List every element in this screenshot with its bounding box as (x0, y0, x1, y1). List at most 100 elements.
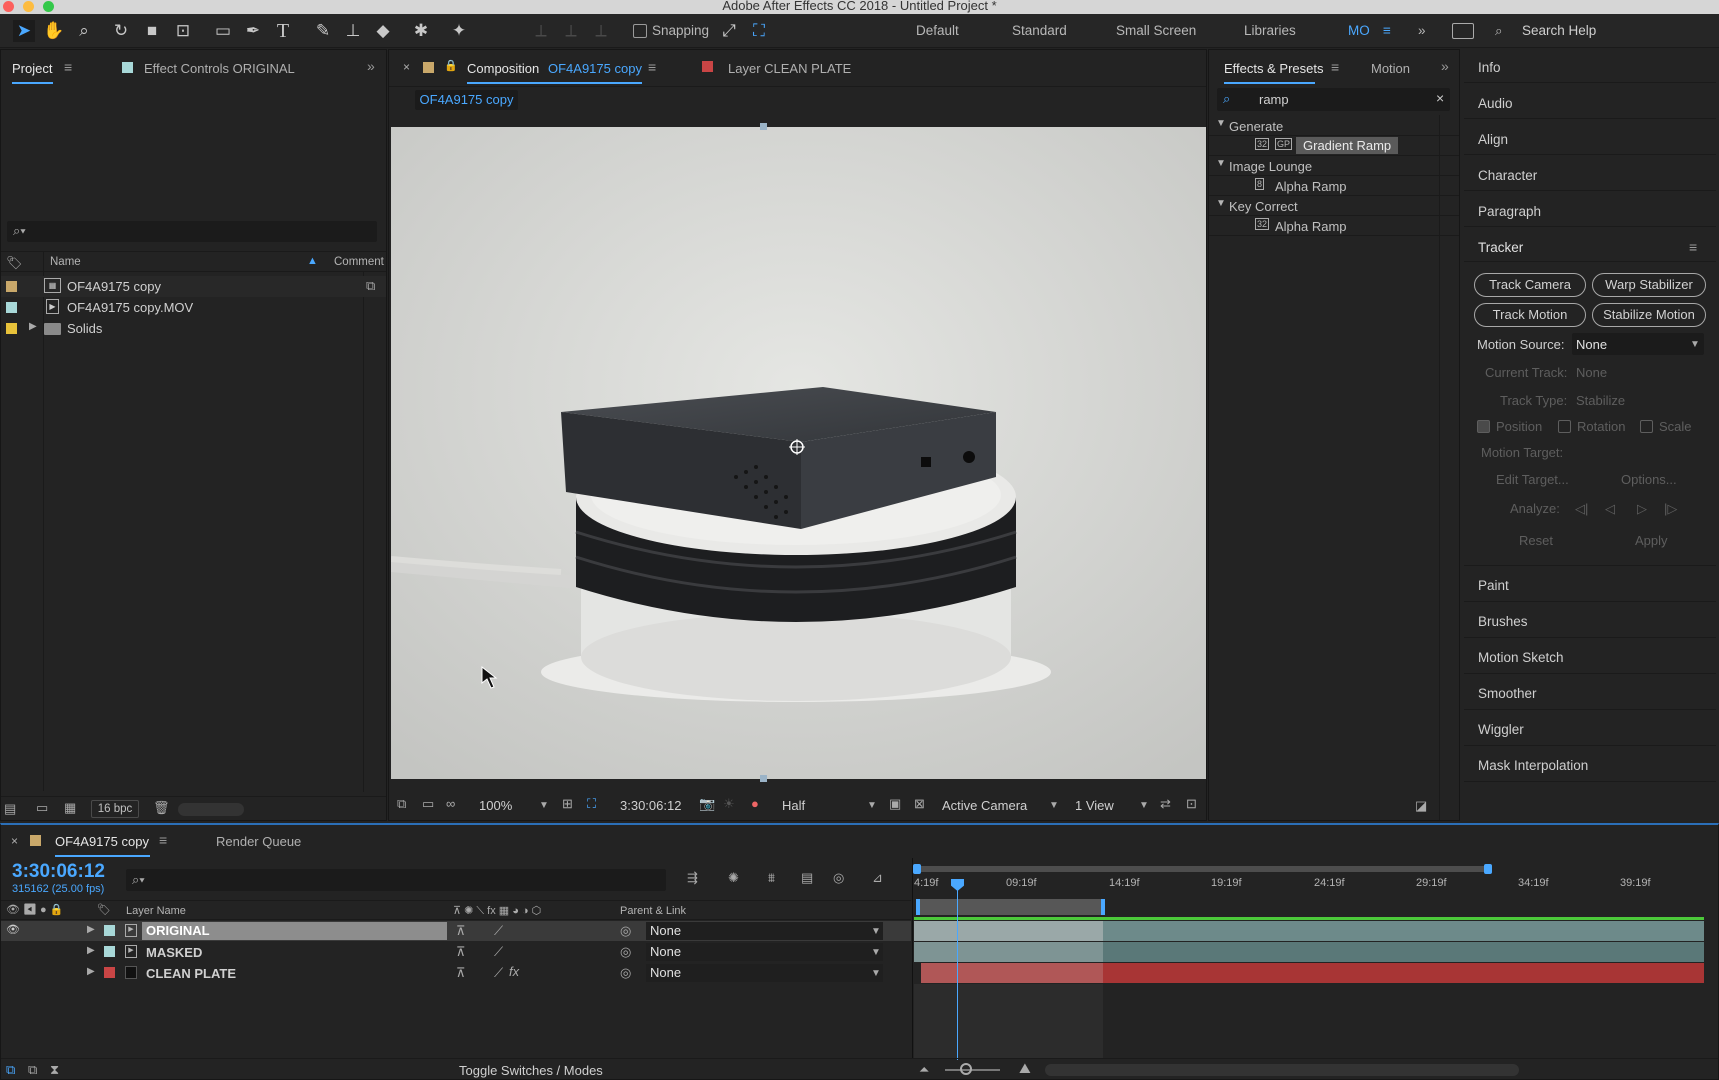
draft-3d-icon[interactable]: ✺ (728, 870, 739, 886)
timeline-scrollbar[interactable] (1045, 1064, 1519, 1076)
project-item-footage[interactable]: ▶ OF4A9175 copy.MOV (1, 297, 386, 318)
zoom-select[interactable]: 100% (479, 798, 512, 813)
selection-tool-icon[interactable]: ➤ (13, 20, 35, 42)
panel-audio[interactable]: Audio (1478, 96, 1513, 111)
clear-search-icon[interactable]: × (1436, 90, 1444, 106)
chevron-down-icon[interactable]: ▼ (1049, 800, 1059, 811)
camera-tool-icon[interactable]: ■ (141, 20, 163, 42)
close-window-button[interactable] (3, 1, 14, 12)
chevron-down-icon[interactable]: ▼ (539, 800, 549, 811)
track-bar-original[interactable] (914, 921, 1704, 941)
trash-icon[interactable]: 🗑 (153, 800, 170, 816)
transparency-grid-icon[interactable]: ⛶ (587, 796, 596, 812)
work-area-bar[interactable] (916, 899, 1105, 915)
show-snapshot-icon[interactable]: ☀ (723, 796, 735, 812)
lock-icon[interactable]: 🔒 (444, 59, 458, 72)
label-column-icon[interactable]: 🏷 (97, 903, 111, 916)
eraser-tool-icon[interactable]: ◆ (372, 20, 394, 42)
name-column-header[interactable]: Name (50, 256, 81, 268)
layer-label-swatch[interactable] (104, 925, 115, 936)
pick-whip-icon[interactable]: ◎ (620, 965, 631, 981)
tab-effect-controls[interactable]: Effect Controls ORIGINAL (144, 61, 295, 76)
layer-name-header[interactable]: Layer Name (126, 905, 186, 917)
panel-brushes[interactable]: Brushes (1478, 614, 1528, 629)
zoom-tool-icon[interactable]: ⌕ (73, 20, 95, 42)
panel-smoother[interactable]: Smoother (1478, 686, 1537, 701)
rectangle-tool-icon[interactable]: ▭ (212, 20, 234, 42)
monitor-icon[interactable]: ▭ (422, 796, 434, 812)
close-tab-icon[interactable]: × (403, 60, 410, 74)
warp-stabilizer-button[interactable]: Warp Stabilizer (1592, 273, 1706, 297)
pick-whip-icon[interactable]: ◎ (620, 944, 631, 960)
timeline-timecode[interactable]: 3:30:06:12 (12, 861, 105, 883)
pick-whip-icon[interactable]: ◎ (620, 923, 631, 939)
project-item-folder[interactable]: ▶ Solids (1, 318, 386, 339)
timeline-menu-icon[interactable]: ≡ (159, 832, 167, 848)
snap-target-icon[interactable]: ⛶ (748, 20, 770, 42)
chevron-down-icon[interactable]: ▼ (867, 800, 877, 811)
tab-timeline-comp[interactable]: OF4A9175 copy (55, 834, 149, 849)
flowchart-icon[interactable]: ⧉ (366, 278, 375, 294)
anchor-handle-top[interactable] (760, 123, 767, 130)
parent-select[interactable]: None (646, 922, 883, 940)
frame-blending-icon[interactable]: ▤ (801, 870, 813, 886)
panel-wiggler[interactable]: Wiggler (1478, 722, 1524, 737)
new-preset-icon[interactable]: ◪ (1415, 798, 1427, 814)
layer-row-clean-plate[interactable]: ▶ CLEAN PLATE ⊼ ⟋ fx ◎ None ▼ (1, 963, 911, 983)
fit-icon[interactable]: ⊞ (562, 796, 573, 812)
workspace-small-screen[interactable]: Small Screen (1116, 23, 1196, 38)
shy-switch-icon[interactable]: ⊼ (456, 944, 466, 960)
av-features-icons[interactable]: 👁 ◀ ● 🔒 (6, 903, 63, 916)
zoom-out-icon[interactable]: ⏶ (919, 1062, 929, 1078)
layer-row-original[interactable]: 👁 ▶ ▶ ORIGINAL ⊼ ⟋ ◎ None ▼ (1, 921, 911, 941)
tab-composition-name[interactable]: OF4A9175 copy (548, 61, 642, 76)
label-column-icon[interactable]: 🏷 (6, 255, 23, 271)
camera-select[interactable]: Active Camera (942, 798, 1027, 813)
reset-button[interactable]: Reset (1519, 533, 1553, 548)
layer-label-swatch[interactable] (104, 946, 115, 957)
expand-triangle-icon[interactable]: ▶ (87, 945, 95, 956)
composition-flowchart-icon[interactable]: ⇶ (687, 870, 698, 886)
rotate-tool-icon[interactable]: ↻ (110, 20, 132, 42)
layer-label-swatch[interactable] (104, 967, 115, 978)
project-menu-icon[interactable]: ≡ (64, 59, 72, 75)
transparency-icon[interactable]: ⊠ (914, 796, 925, 812)
panel-align[interactable]: Align (1478, 132, 1508, 147)
analyze-forward-icon[interactable]: ▷ (1637, 501, 1647, 517)
pan-behind-tool-icon[interactable]: ⊡ (172, 20, 194, 42)
bpc-button[interactable]: 16 bpc (91, 800, 139, 818)
effects-search-input[interactable]: ⌕ ramp × (1217, 88, 1450, 111)
toggle-pixel-aspect-icon[interactable]: ⇄ (1160, 796, 1171, 812)
visibility-eye-icon[interactable]: 👁 (6, 923, 20, 936)
scale-checkbox[interactable] (1640, 420, 1653, 433)
apply-button[interactable]: Apply (1635, 533, 1668, 548)
collapse-triangle-icon[interactable]: ▼ (1216, 198, 1226, 209)
graph-editor-icon[interactable]: ⊿ (872, 870, 883, 886)
workspace-mo[interactable]: MO (1348, 23, 1370, 38)
effects-group-image-lounge[interactable]: ▼ Image Lounge (1209, 156, 1459, 176)
time-navigator-bar[interactable] (913, 864, 1492, 874)
effect-item-alpha-ramp-2[interactable]: 32 Alpha Ramp (1209, 216, 1459, 236)
snap-options-icon[interactable]: ⤢ (718, 20, 740, 42)
effects-group-generate[interactable]: ▼ Generate (1209, 116, 1459, 136)
clone-stamp-tool-icon[interactable]: ⊥ (342, 20, 364, 42)
zoom-window-button[interactable] (43, 1, 54, 12)
tab-effects-presets[interactable]: Effects & Presets (1224, 61, 1323, 76)
tab-composition-prefix[interactable]: Composition (467, 61, 539, 76)
analyze-back-icon[interactable]: ◁ (1605, 501, 1615, 517)
layer-switches-icon[interactable]: ⧉ (6, 1062, 15, 1078)
anchor-handle-bottom[interactable] (760, 775, 767, 782)
snapping-checkbox[interactable] (633, 24, 647, 38)
snapshot-icon[interactable]: 📷 (699, 796, 715, 812)
parent-link-header[interactable]: Parent & Link (620, 905, 686, 917)
comp-breadcrumb[interactable]: OF4A9175 copy (415, 90, 518, 110)
navigator-end-handle[interactable] (1484, 864, 1492, 874)
workspace-standard[interactable]: Standard (1012, 23, 1067, 38)
pen-tool-icon[interactable]: ✒ (242, 20, 264, 42)
work-area-end-handle[interactable] (1101, 899, 1105, 915)
options-button[interactable]: Options... (1621, 472, 1677, 487)
tab-render-queue[interactable]: Render Queue (216, 834, 301, 849)
rotation-checkbox[interactable] (1558, 420, 1571, 433)
analyze-back-all-icon[interactable]: ◁| (1575, 501, 1588, 517)
panel-character[interactable]: Character (1478, 168, 1537, 183)
